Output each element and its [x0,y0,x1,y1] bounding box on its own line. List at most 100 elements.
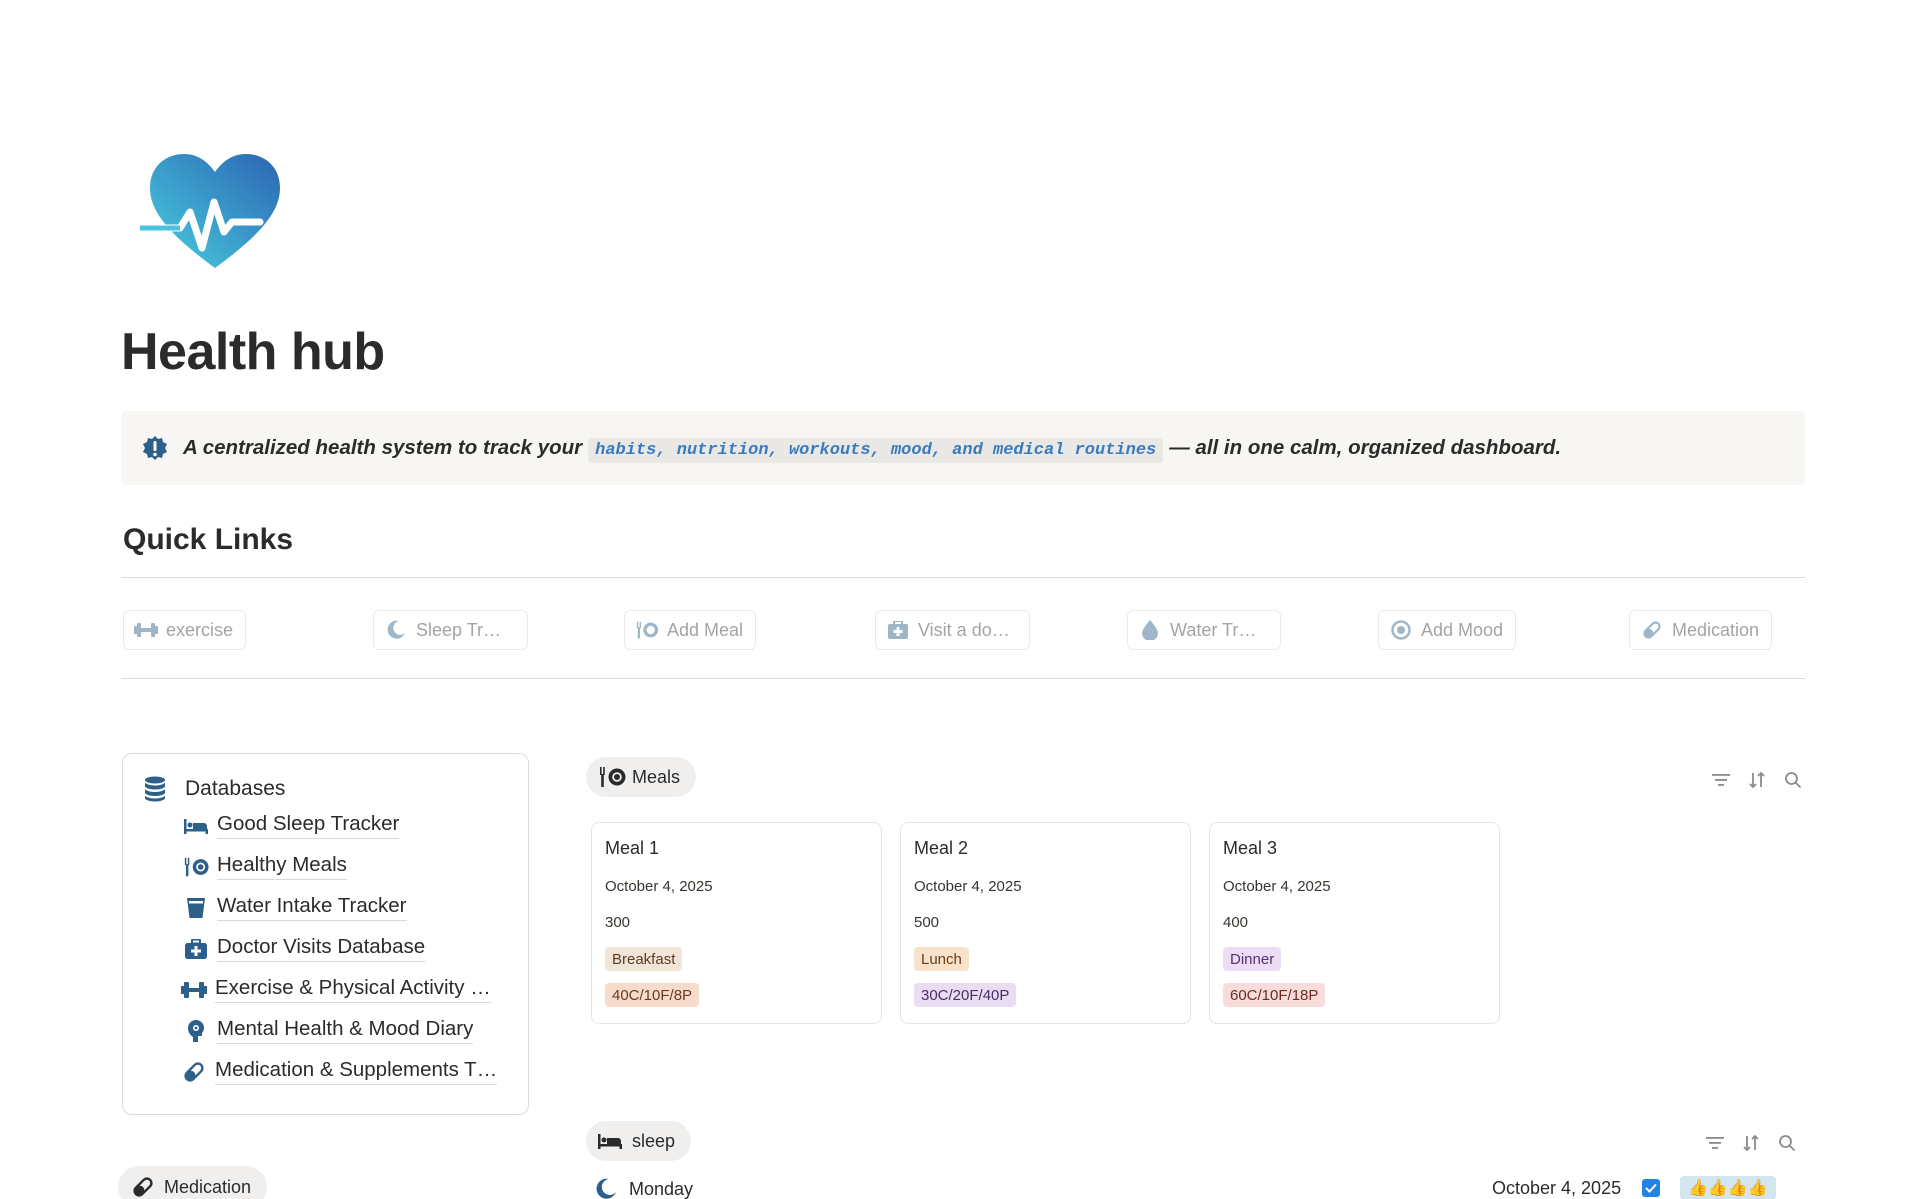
quick-link-water-tracker-button[interactable]: Water Tr… [1127,610,1281,650]
meal-card-calories: 300 [605,914,631,931]
medical-kit-icon [183,936,209,962]
database-link-good-sleep-tracker[interactable]: Good Sleep Tracker [183,812,400,839]
meal-card-date: October 4, 2025 [605,878,713,895]
macros-tag: 30C/20F/40P [914,983,1017,1007]
filter-icon[interactable] [1704,1132,1726,1154]
sort-icon[interactable] [1746,769,1768,791]
page-icon-heart-pulse[interactable] [131,150,290,280]
database-link-label: Water Intake Tracker [217,894,407,921]
database-link-label: Doctor Visits Database [217,935,426,962]
database-link-water-intake-tracker[interactable]: Water Intake Tracker [183,894,407,921]
quick-link-exercise-button[interactable]: exercise [123,610,247,650]
quick-link-label: Add Mood [1421,619,1504,640]
cup-icon [183,895,209,921]
dumbbell-icon [181,977,207,1003]
fork-plate-icon [598,765,626,789]
moon-icon [596,1178,616,1199]
sort-icon[interactable] [1740,1132,1762,1154]
bed-icon [598,1129,626,1153]
meal-type-tag: Lunch [914,947,969,971]
head-icon [183,1018,209,1044]
database-link-label: Exercise & Physical Activity … [215,976,491,1003]
intro-callout: A centralized health system to track you… [121,411,1805,485]
pill-icon [1640,619,1664,641]
quick-link-label: Water Tr… [1170,619,1257,640]
meal-card-date: October 4, 2025 [1223,878,1331,895]
database-link-medication-supplements[interactable]: Medication & Supplements T… [181,1058,498,1085]
filter-icon[interactable] [1710,769,1732,791]
page-title: Health hub [121,323,385,381]
search-icon[interactable] [1782,769,1804,791]
quick-link-label: Sleep Tr… [416,619,502,640]
meal-card-title: Meal 2 [914,838,969,858]
medication-view-tab[interactable]: Medication [118,1166,268,1199]
database-link-label: Good Sleep Tracker [217,812,400,839]
sleep-day: Monday [629,1178,694,1199]
sleep-view-toolbar [1704,1132,1798,1154]
meal-card-calories: 400 [1223,914,1249,931]
check-icon [1645,1183,1657,1193]
meal-card[interactable]: Meal 2 October 4, 2025 500 Lunch 30C/20F… [900,822,1191,1024]
callout-text-before: A centralized health system to track you… [183,436,583,459]
callout-text: A centralized health system to track you… [183,436,1562,463]
dumbbell-icon [134,619,158,641]
databases-heading: Databases [143,776,285,802]
database-icon [145,776,165,802]
meal-card-date: October 4, 2025 [914,878,1022,895]
meal-type-tag: Breakfast [605,947,683,971]
mood-target-icon [1389,619,1413,641]
meals-view-tab[interactable]: Meals [586,757,697,797]
quick-links-row: exercise Sleep Tr… Add Meal Visit a do… … [121,610,1805,650]
heart-pulse-icon [131,154,280,268]
meals-view-label: Meals [632,766,681,787]
search-icon[interactable] [1776,1132,1798,1154]
meal-card-calories: 500 [914,914,940,931]
sleep-checkbox[interactable] [1642,1179,1660,1197]
quick-link-label: Add Meal [667,619,744,640]
water-drop-icon [1138,619,1162,641]
bed-icon [183,813,209,839]
pill-icon [181,1059,207,1085]
macros-tag: 40C/10F/8P [605,983,700,1007]
meal-card-title: Meal 1 [605,838,660,858]
sleep-view-tab[interactable]: sleep [586,1121,692,1161]
database-link-label: Healthy Meals [217,853,347,880]
database-link-healthy-meals[interactable]: Healthy Meals [183,853,347,880]
meal-card[interactable]: Meal 1 October 4, 2025 300 Breakfast 40C… [591,822,882,1024]
macros-tag: 60C/10F/18P [1223,983,1326,1007]
fork-plate-icon [183,854,209,880]
meal-card[interactable]: Meal 3 October 4, 2025 400 Dinner 60C/10… [1209,822,1500,1024]
sleep-list-item[interactable]: Monday [595,1178,693,1199]
database-link-label: Mental Health & Mood Diary [217,1017,474,1044]
quick-link-label: Visit a do… [918,619,1010,640]
database-link-doctor-visits-database[interactable]: Doctor Visits Database [183,935,426,962]
quick-link-visit-doctor-button[interactable]: Visit a do… [875,610,1030,650]
quick-link-sleep-tracker-button[interactable]: Sleep Tr… [373,610,528,650]
quick-link-label: Medication [1672,619,1760,640]
quick-link-add-mood-button[interactable]: Add Mood [1378,610,1517,650]
callout-text-after: — all in one calm, organized dashboard. [1169,436,1562,459]
pill-icon [133,1177,153,1197]
meal-card-title: Meal 3 [1223,838,1278,858]
quick-links-heading: Quick Links [123,523,294,556]
databases-heading-label: Databases [185,777,286,800]
callout-inline-code: habits, nutrition, workouts, mood, and m… [588,438,1164,463]
medication-view-label: Medication [164,1176,252,1197]
divider [121,577,1805,578]
database-link-exercise-physical-activity[interactable]: Exercise & Physical Activity … [181,976,491,1003]
fork-plate-icon [635,619,659,641]
database-link-mental-health-mood-diary[interactable]: Mental Health & Mood Diary [183,1017,474,1044]
quick-link-label: exercise [166,619,234,640]
alert-badge-icon [143,436,167,460]
database-link-label: Medication & Supplements T… [215,1058,498,1085]
meals-view-toolbar [1710,769,1804,791]
quick-link-medication-button[interactable]: Medication [1629,610,1773,650]
moon-icon [384,619,408,641]
quick-link-add-meal-button[interactable]: Add Meal [624,610,757,650]
meal-type-tag: Dinner [1223,947,1282,971]
sleep-rating-tag: 👍👍👍👍 [1680,1176,1776,1199]
databases-panel: Databases Good Sleep Tracker Healthy Mea… [122,753,529,1115]
divider [121,678,1805,679]
sleep-date: October 4, 2025 [1492,1178,1622,1198]
medical-kit-icon [886,619,910,641]
